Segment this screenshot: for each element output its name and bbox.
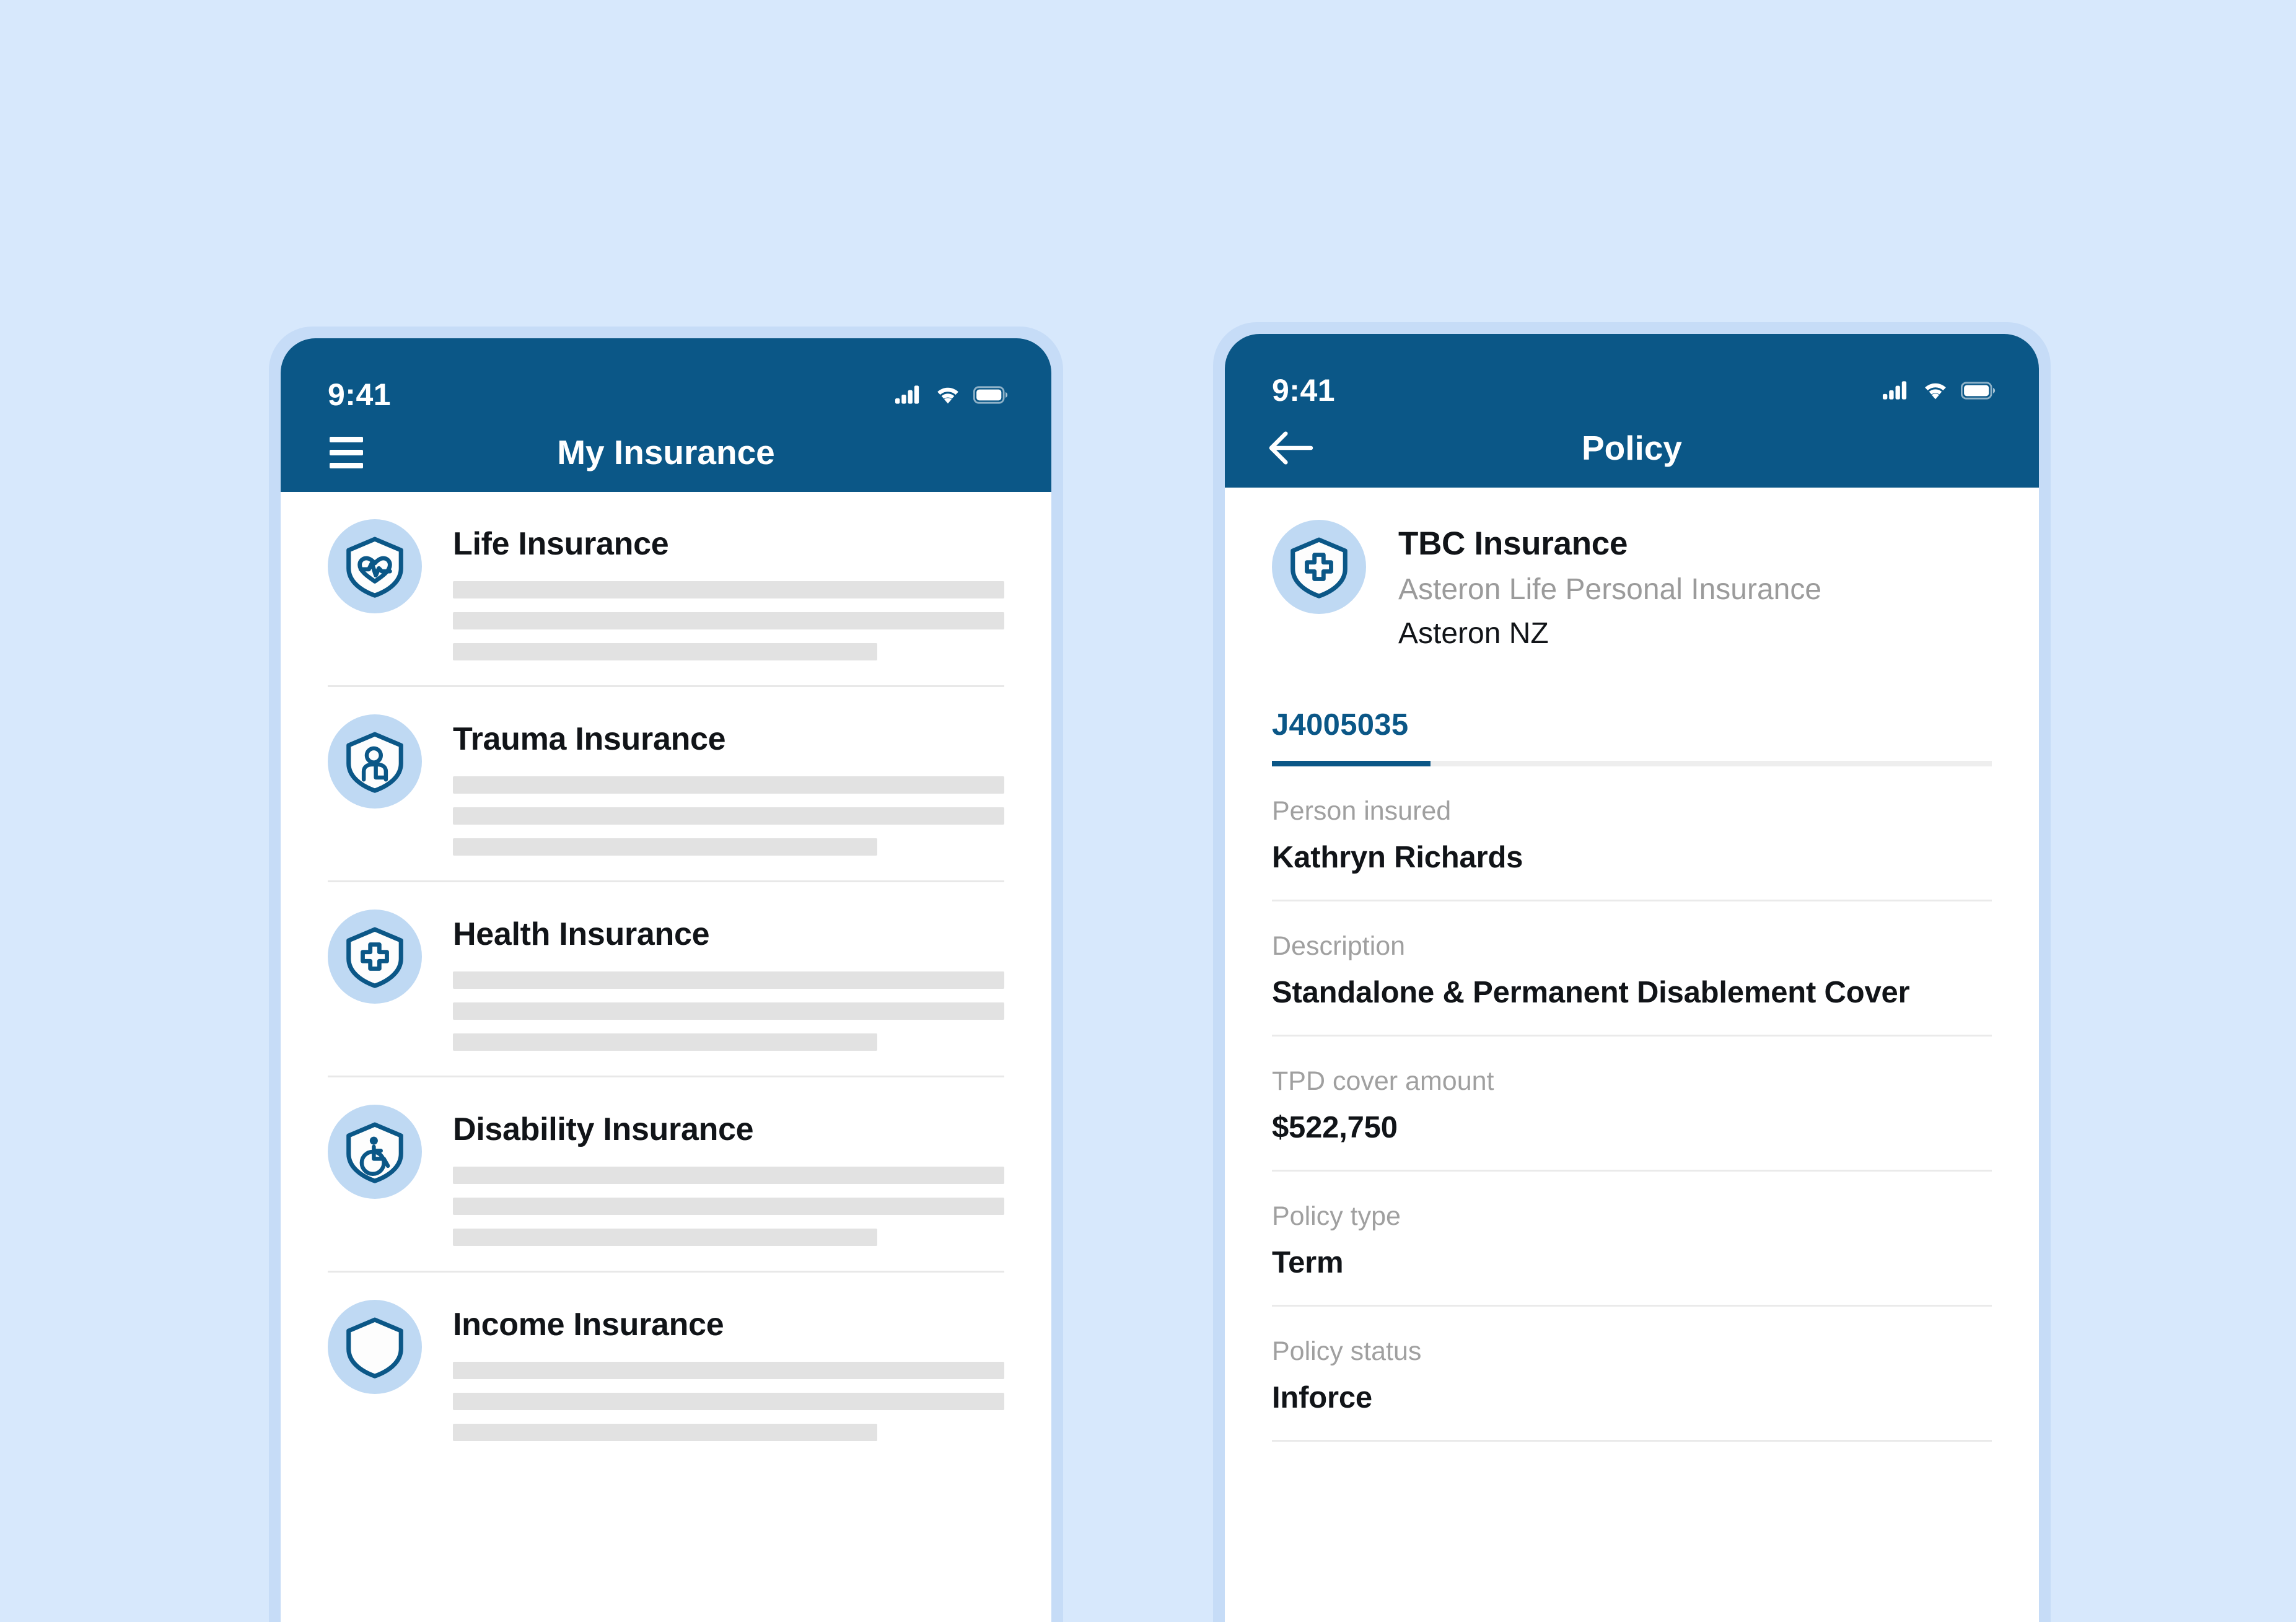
- skeleton-line: [453, 838, 878, 856]
- screen-policy: 9:41 Policy TBC Insurance Asteron Life P…: [1225, 334, 2039, 1622]
- insurance-list: Life Insurance Trauma Insurance Health I…: [281, 492, 1051, 1466]
- skeleton-line: [453, 807, 1004, 825]
- status-bar-icons: [895, 385, 1008, 405]
- left-navbar: 9:41 My Insurance: [281, 338, 1051, 492]
- policy-field: Description Standalone & Permanent Disab…: [1272, 901, 1992, 1037]
- policy-organisation: Asteron NZ: [1398, 617, 1549, 650]
- policy-product-subtitle: Asteron Life Personal Insurance: [1398, 573, 1822, 606]
- field-label: Policy type: [1272, 1201, 1401, 1231]
- shield-medical-cross-icon: [1272, 520, 1366, 614]
- field-value: Term: [1272, 1246, 1344, 1279]
- right-title-bar: Policy: [1225, 408, 2039, 488]
- list-item[interactable]: Life Insurance: [328, 492, 1004, 687]
- policy-field: Person insured Kathryn Richards: [1272, 766, 1992, 901]
- list-item-body: Trauma Insurance: [453, 714, 1004, 856]
- tab-track: [1272, 761, 1992, 766]
- field-label: TPD cover amount: [1272, 1066, 1494, 1096]
- list-item-body: Disability Insurance: [453, 1105, 1004, 1246]
- skeleton-line: [453, 612, 1004, 629]
- list-item-body: Life Insurance: [453, 519, 1004, 660]
- policy-tabs: J4005035: [1225, 708, 2039, 766]
- left-status-bar: 9:41: [281, 338, 1051, 413]
- skeleton-line: [453, 1167, 1004, 1184]
- list-item-body: Income Insurance: [453, 1300, 1004, 1441]
- skeleton-line: [453, 1362, 1004, 1379]
- field-value: Inforce: [1272, 1381, 1372, 1414]
- list-item[interactable]: Health Insurance: [328, 882, 1004, 1077]
- policy-fields: Person insured Kathryn Richards Descript…: [1225, 766, 2039, 1442]
- field-value: $522,750: [1272, 1111, 1398, 1144]
- skeleton-line: [453, 1424, 878, 1441]
- back-button[interactable]: [1266, 423, 1315, 473]
- tab-active-indicator: [1272, 761, 1431, 766]
- list-item-title: Life Insurance: [453, 526, 669, 562]
- hamburger-menu-button[interactable]: [322, 427, 371, 477]
- skeleton-line: [453, 1198, 1004, 1215]
- skeleton-line: [453, 1033, 878, 1051]
- left-body: Life Insurance Trauma Insurance Health I…: [281, 492, 1051, 1622]
- page-title: My Insurance: [557, 433, 775, 471]
- shield-medical-cross-icon: [328, 910, 422, 1004]
- skeleton-line: [453, 776, 1004, 794]
- policy-field: Policy type Term: [1272, 1172, 1992, 1307]
- screen-my-insurance: 9:41 My Insurance Life Insurance Trauma …: [281, 338, 1051, 1622]
- left-title-bar: My Insurance: [281, 413, 1051, 492]
- page-root: 9:41 My Insurance Life Insurance Trauma …: [0, 0, 2296, 1622]
- policy-product-name: TBC Insurance: [1398, 525, 1628, 562]
- list-item[interactable]: Income Insurance: [328, 1273, 1004, 1466]
- skeleton-line: [453, 1002, 1004, 1020]
- phone-mockup-policy: 9:41 Policy TBC Insurance Asteron Life P…: [1213, 322, 2051, 1622]
- shield-heartbeat-icon: [328, 519, 422, 613]
- cellular-signal-icon: [895, 385, 919, 404]
- page-title: Policy: [1581, 429, 1683, 467]
- battery-icon: [1961, 381, 1996, 400]
- battery-icon: [973, 385, 1008, 404]
- skeleton-line: [453, 581, 1004, 598]
- tab-policy-number[interactable]: J4005035: [1272, 708, 1408, 761]
- list-item[interactable]: Disability Insurance: [328, 1077, 1004, 1273]
- list-item-body: Health Insurance: [453, 910, 1004, 1051]
- field-label: Person insured: [1272, 796, 1452, 826]
- cellular-signal-icon: [1883, 381, 1907, 400]
- skeleton-line: [453, 1229, 878, 1246]
- wifi-icon: [937, 387, 958, 404]
- list-item-title: Trauma Insurance: [453, 721, 726, 757]
- shield-wheelchair-icon: [328, 1105, 422, 1199]
- right-body: TBC Insurance Asteron Life Personal Insu…: [1225, 488, 2039, 1622]
- shield-person-sling-icon: [328, 714, 422, 809]
- policy-field: TPD cover amount $522,750: [1272, 1037, 1992, 1172]
- skeleton-line: [453, 643, 878, 660]
- field-label: Description: [1272, 931, 1406, 961]
- policy-header-text: TBC Insurance Asteron Life Personal Insu…: [1398, 520, 1821, 651]
- field-value: Standalone & Permanent Disablement Cover: [1272, 976, 1910, 1009]
- hamburger-menu-icon: [330, 436, 363, 468]
- list-item-title: Health Insurance: [453, 916, 710, 952]
- shield-icon: [328, 1300, 422, 1394]
- wifi-icon: [1925, 383, 1946, 400]
- field-value: Kathryn Richards: [1272, 841, 1523, 874]
- field-label: Policy status: [1272, 1336, 1422, 1366]
- status-bar-icons: [1883, 380, 1996, 400]
- policy-header: TBC Insurance Asteron Life Personal Insu…: [1225, 488, 2039, 651]
- skeleton-line: [453, 971, 1004, 989]
- list-item-title: Disability Insurance: [453, 1111, 754, 1147]
- right-navbar: 9:41 Policy: [1225, 334, 2039, 488]
- list-item-title: Income Insurance: [453, 1307, 724, 1343]
- arrow-left-icon: [1269, 431, 1313, 465]
- status-bar-time: 9:41: [328, 377, 392, 412]
- list-item[interactable]: Trauma Insurance: [328, 687, 1004, 882]
- skeleton-line: [453, 1393, 1004, 1410]
- status-bar-time: 9:41: [1272, 373, 1336, 408]
- right-status-bar: 9:41: [1225, 334, 2039, 408]
- phone-mockup-my-insurance: 9:41 My Insurance Life Insurance Trauma …: [269, 327, 1063, 1622]
- policy-field: Policy status Inforce: [1272, 1307, 1992, 1442]
